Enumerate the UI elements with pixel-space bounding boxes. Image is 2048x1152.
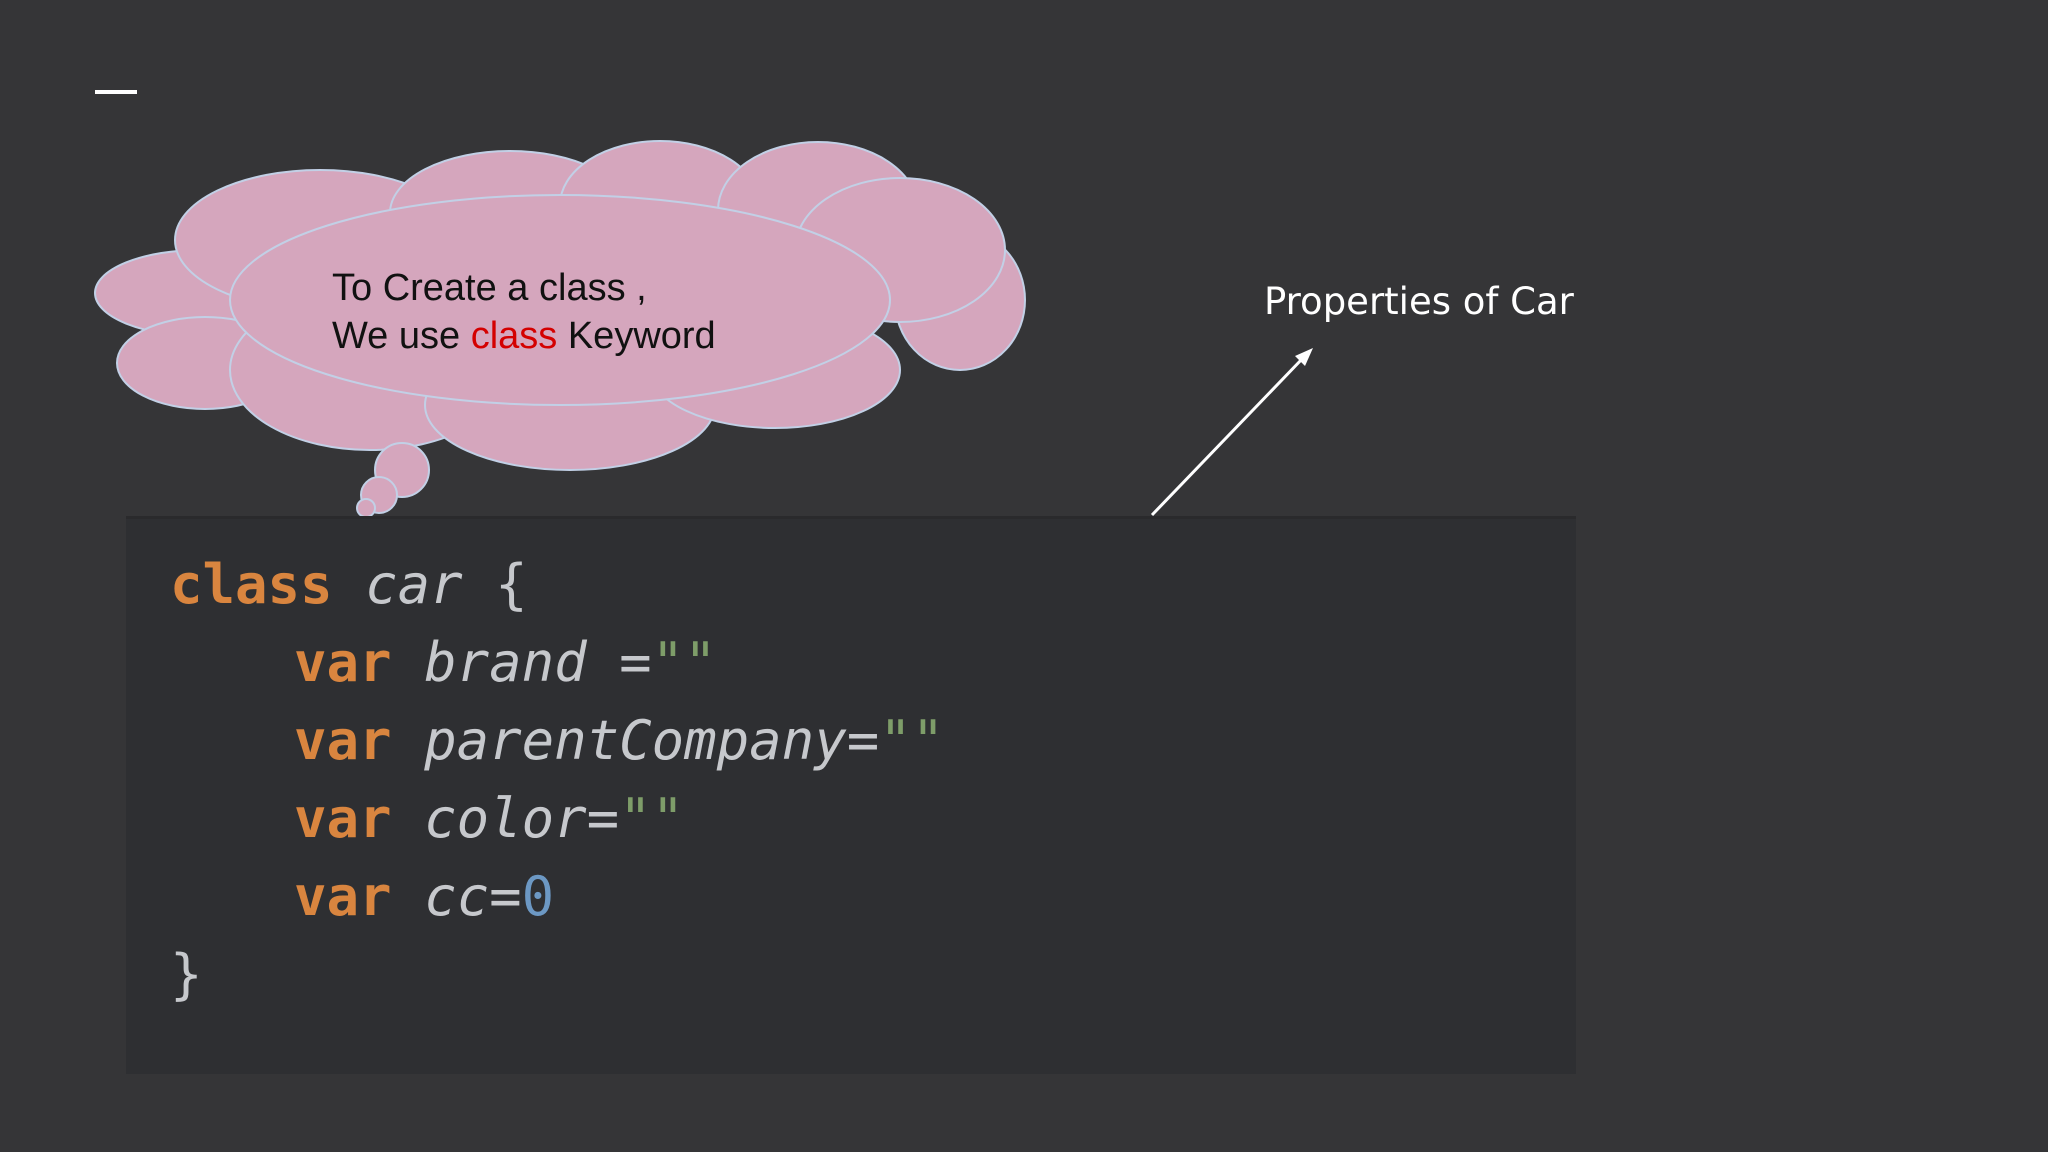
code-line-close-brace: } — [170, 936, 203, 1014]
assign-op: = — [489, 865, 522, 928]
code-line-brand: var brand ="" — [294, 624, 717, 702]
string-literal: "" — [879, 709, 945, 772]
string-literal: "" — [651, 631, 717, 694]
number-literal: 0 — [521, 865, 555, 928]
code-snippet: class car { var brand ="" var parentComp… — [126, 516, 1576, 1074]
var-keyword: var — [294, 787, 392, 850]
assign-op: = — [846, 709, 880, 772]
code-line-color: var color="" — [294, 780, 684, 858]
property-name: brand — [424, 631, 587, 694]
string-literal: "" — [619, 787, 685, 850]
class-keyword: class — [170, 553, 333, 616]
var-keyword: var — [294, 709, 392, 772]
assign-op: = — [586, 787, 620, 850]
class-name: car — [365, 553, 463, 616]
open-brace: { — [462, 553, 528, 616]
property-name: color — [424, 787, 587, 850]
assign-op: = — [586, 631, 652, 694]
var-keyword: var — [294, 631, 392, 694]
code-line-parent-company: var parentCompany="" — [294, 702, 944, 780]
code-line-class-declaration: class car { — [170, 546, 528, 624]
code-line-cc: var cc=0 — [294, 858, 554, 936]
var-keyword: var — [294, 865, 392, 928]
close-brace: } — [170, 943, 203, 1006]
property-name: cc — [424, 865, 490, 928]
property-name: parentCompany — [424, 709, 847, 772]
